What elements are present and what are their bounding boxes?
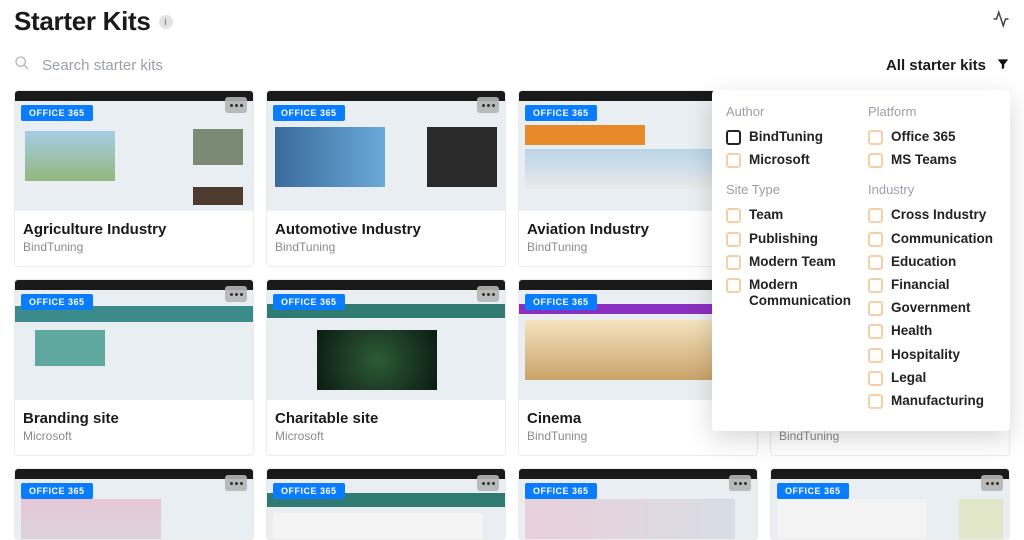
card-partial[interactable]: OFFICE 365 <box>266 468 506 540</box>
checkbox-icon <box>868 232 883 247</box>
filter-option-modern-team[interactable]: Modern Team <box>726 254 854 270</box>
filter-option-label: Government <box>891 300 971 316</box>
filter-group-author-title: Author <box>726 104 854 119</box>
card-author: BindTuning <box>23 240 245 254</box>
platform-badge: OFFICE 365 <box>21 105 93 121</box>
filter-option-msteams[interactable]: MS Teams <box>868 152 996 168</box>
filter-option-bindtuning[interactable]: BindTuning <box>726 129 854 145</box>
filter-option-label: Communication <box>891 231 993 247</box>
card-author: BindTuning <box>275 240 497 254</box>
platform-badge: OFFICE 365 <box>777 483 849 499</box>
platform-badge: OFFICE 365 <box>273 483 345 499</box>
checkbox-icon <box>868 278 883 293</box>
filter-option-cross-industry[interactable]: Cross Industry <box>868 207 996 223</box>
filter-option-microsoft[interactable]: Microsoft <box>726 152 854 168</box>
filter-group-platform-title: Platform <box>868 104 996 119</box>
filter-group-industry-title: Industry <box>868 182 996 197</box>
filter-option-label: Manufacturing <box>891 393 984 409</box>
platform-badge: OFFICE 365 <box>21 294 93 310</box>
checkbox-icon <box>726 255 741 270</box>
checkbox-icon <box>868 301 883 316</box>
filter-option-label: Publishing <box>749 231 818 247</box>
card-title: Agriculture Industry <box>23 221 245 238</box>
filter-option-education[interactable]: Education <box>868 254 996 270</box>
filter-option-label: BindTuning <box>749 129 823 145</box>
checkbox-icon <box>868 153 883 168</box>
card-author: Microsoft <box>23 429 245 443</box>
filter-icon <box>996 57 1010 75</box>
card-author: Microsoft <box>275 429 497 443</box>
card-partial[interactable]: OFFICE 365 <box>770 468 1010 540</box>
platform-badge: OFFICE 365 <box>525 294 597 310</box>
card-branding[interactable]: OFFICE 365 Branding site Microsoft <box>14 279 254 456</box>
filter-option-label: Modern Team <box>749 254 836 270</box>
card-title: Branding site <box>23 410 245 427</box>
filter-option-communication[interactable]: Communication <box>868 231 996 247</box>
search-input[interactable] <box>42 57 342 74</box>
filter-option-legal[interactable]: Legal <box>868 370 996 386</box>
platform-badge: OFFICE 365 <box>525 483 597 499</box>
checkbox-icon <box>868 208 883 223</box>
filter-panel: Author BindTuning Microsoft Site Type Te… <box>712 90 1010 431</box>
card-title: Charitable site <box>275 410 497 427</box>
filter-option-label: Office 365 <box>891 129 956 145</box>
filter-option-office365[interactable]: Office 365 <box>868 129 996 145</box>
filter-option-label: Legal <box>891 370 926 386</box>
checkbox-icon <box>726 130 741 145</box>
checkbox-icon <box>868 130 883 145</box>
page-title: Starter Kits <box>14 6 151 37</box>
checkbox-icon <box>868 255 883 270</box>
filter-option-label: Cross Industry <box>891 207 986 223</box>
filter-option-team[interactable]: Team <box>726 207 854 223</box>
card-partial[interactable]: OFFICE 365 <box>518 468 758 540</box>
checkbox-icon <box>868 348 883 363</box>
filter-option-manufacturing[interactable]: Manufacturing <box>868 393 996 409</box>
card-author: BindTuning <box>779 429 1001 443</box>
card-automotive[interactable]: OFFICE 365 Automotive Industry BindTuning <box>266 90 506 267</box>
filter-option-modern-communication[interactable]: Modern Communication <box>726 277 854 309</box>
filter-option-publishing[interactable]: Publishing <box>726 231 854 247</box>
card-agriculture[interactable]: OFFICE 365 Agriculture Industry BindTunin… <box>14 90 254 267</box>
card-author: BindTuning <box>527 429 749 443</box>
checkbox-icon <box>868 324 883 339</box>
filter-option-financial[interactable]: Financial <box>868 277 996 293</box>
info-icon[interactable]: i <box>159 15 173 29</box>
platform-badge: OFFICE 365 <box>21 483 93 499</box>
platform-badge: OFFICE 365 <box>273 294 345 310</box>
platform-badge: OFFICE 365 <box>273 105 345 121</box>
checkbox-icon <box>868 394 883 409</box>
filter-option-label: Education <box>891 254 956 270</box>
filter-toggle-label: All starter kits <box>886 57 986 74</box>
filter-option-label: Team <box>749 207 783 223</box>
checkbox-icon <box>726 232 741 247</box>
filter-option-label: Modern Communication <box>749 277 854 309</box>
checkbox-icon <box>868 371 883 386</box>
filter-option-label: Hospitality <box>891 347 960 363</box>
card-title: Automotive Industry <box>275 221 497 238</box>
filter-option-government[interactable]: Government <box>868 300 996 316</box>
filter-option-health[interactable]: Health <box>868 323 996 339</box>
filter-option-label: MS Teams <box>891 152 957 168</box>
platform-badge: OFFICE 365 <box>525 105 597 121</box>
filter-option-hospitality[interactable]: Hospitality <box>868 347 996 363</box>
filter-toggle[interactable]: All starter kits <box>886 57 1010 75</box>
filter-option-label: Financial <box>891 277 950 293</box>
checkbox-icon <box>726 208 741 223</box>
search-icon <box>14 55 30 76</box>
card-charitable[interactable]: OFFICE 365 Charitable site Microsoft <box>266 279 506 456</box>
filter-group-sitetype-title: Site Type <box>726 182 854 197</box>
filter-option-label: Microsoft <box>749 152 810 168</box>
checkbox-icon <box>726 278 741 293</box>
card-partial[interactable]: OFFICE 365 <box>14 468 254 540</box>
checkbox-icon <box>726 153 741 168</box>
filter-option-label: Health <box>891 323 932 339</box>
activity-icon[interactable] <box>992 10 1010 33</box>
